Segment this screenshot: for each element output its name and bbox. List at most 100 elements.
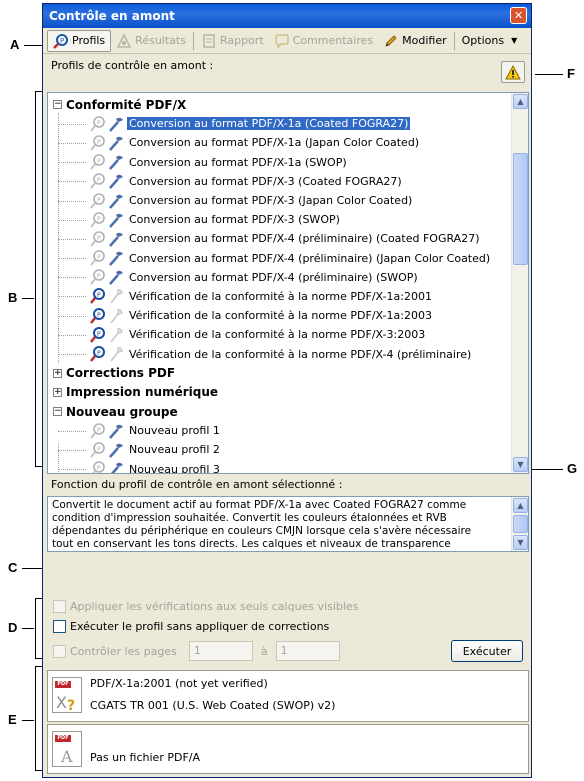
- svg-text:X: X: [56, 693, 67, 712]
- svg-text:P: P: [97, 139, 101, 146]
- tree-connector: [58, 430, 86, 432]
- tree-connector: [58, 315, 86, 317]
- scroll-thumb[interactable]: [513, 515, 528, 533]
- tree-item-label: Nouveau profil 3: [129, 462, 220, 474]
- tree-item[interactable]: P Conversion au format PDF/X-3 (Coated FO…: [48, 172, 511, 191]
- visible-layers-checkbox[interactable]: [53, 600, 66, 613]
- tree-item-label: Conversion au format PDF/X-3 (Japan Colo…: [129, 194, 413, 208]
- page-to-input[interactable]: 1: [275, 641, 340, 661]
- svg-text:P: P: [97, 446, 101, 453]
- warning-button[interactable]: [501, 61, 525, 83]
- report-icon: [203, 33, 215, 48]
- profiles-button[interactable]: P Profils: [47, 29, 112, 52]
- preflight-magnifier-icon: P: [90, 250, 105, 266]
- tree-item[interactable]: P Conversion au format PDF/X-3 (SWOP): [48, 210, 511, 229]
- scroll-down-button[interactable]: ▼: [513, 457, 528, 472]
- tree-item-label: Conversion au format PDF/X-4 (préliminai…: [129, 251, 491, 265]
- svg-text:P: P: [97, 465, 101, 472]
- report-button[interactable]: Rapport: [196, 30, 269, 52]
- preflight-magnifier-icon: P: [92, 461, 105, 473]
- run-button[interactable]: Exécuter: [451, 640, 523, 662]
- tree-item[interactable]: P Nouveau profil 3: [48, 460, 511, 474]
- check-pages-label: Contrôler les pages: [70, 644, 177, 658]
- callout-g: G: [567, 461, 578, 476]
- pdfa-status: PDF A Pas un fichier PDF/A: [47, 724, 529, 774]
- close-button[interactable]: ✕: [510, 7, 527, 24]
- scroll-thumb[interactable]: [513, 153, 528, 265]
- toolbar-separator: [192, 31, 194, 50]
- edit-button[interactable]: Modifier: [378, 30, 451, 52]
- tree-item-label: Vérification de la conformité à la norme…: [129, 347, 472, 361]
- description-scrollbar[interactable]: ▲ ▼: [511, 497, 528, 551]
- wrench-icon: [109, 232, 123, 247]
- svg-text:P: P: [97, 427, 101, 434]
- tree-item-label: Vérification de la conformité à la norme…: [129, 309, 432, 323]
- tree-item[interactable]: P Nouveau profil 2: [48, 440, 511, 459]
- svg-text:P: P: [97, 177, 101, 184]
- function-description[interactable]: Convertit le document actif au format PD…: [47, 496, 529, 552]
- tree-group-digital-print[interactable]: + Impression numérique: [48, 383, 511, 402]
- tree-item[interactable]: P Conversion au format PDF/X-4 (prélimina…: [48, 268, 511, 287]
- profiles-tree[interactable]: − Conformité PDF/X P Conversion au format…: [47, 92, 529, 474]
- tree-group-corrections[interactable]: + Corrections PDF: [48, 364, 511, 383]
- callout-b-bracket: [35, 91, 36, 466]
- comments-button[interactable]: Commentaires: [269, 30, 378, 52]
- tree-item[interactable]: P Conversion au format PDF/X-4 (prélimina…: [48, 249, 511, 268]
- tree-connector: [58, 354, 86, 356]
- check-pages-checkbox[interactable]: [53, 644, 66, 658]
- options-menu[interactable]: Options ▼: [457, 30, 523, 52]
- group-label: Conformité PDF/X: [66, 97, 187, 112]
- svg-text:?: ?: [67, 698, 75, 714]
- tree-connector: [58, 162, 86, 164]
- tree-group-new[interactable]: − Nouveau groupe: [48, 402, 511, 421]
- scroll-down-button[interactable]: ▼: [513, 535, 528, 550]
- tree-item-label: Vérification de la conformité à la norme…: [129, 328, 426, 342]
- tree-connector: [58, 123, 86, 125]
- tree-item-label: Nouveau profil 1: [129, 424, 220, 438]
- pdfa-file-icon: PDF A: [52, 731, 82, 767]
- visible-layers-option[interactable]: Appliquer les vérifications aux seuls ca…: [53, 600, 358, 613]
- no-fix-option[interactable]: Exécuter le profil sans appliquer de cor…: [53, 620, 329, 633]
- expand-icon[interactable]: +: [53, 387, 62, 397]
- pencil-icon: [385, 34, 397, 47]
- tree-item[interactable]: P Conversion au format PDF/X-1a (Coated F…: [48, 114, 511, 133]
- page-from-input[interactable]: 1: [188, 641, 253, 661]
- preflight-magnifier-icon: P: [90, 115, 105, 132]
- svg-text:P: P: [97, 158, 101, 165]
- tree-item[interactable]: P Vérification de la conformité à la norm…: [48, 287, 511, 306]
- preflight-magnifier-icon: P: [90, 135, 105, 151]
- preflight-magnifier-icon: P: [90, 231, 105, 247]
- tree-group-pdfx[interactable]: − Conformité PDF/X: [48, 95, 511, 114]
- results-button[interactable]: Résultats: [111, 30, 191, 52]
- svg-text:P: P: [97, 254, 101, 261]
- tree-item[interactable]: P Conversion au format PDF/X-4 (prélimina…: [48, 229, 511, 248]
- tree-item[interactable]: P Vérification de la conformité à la norm…: [48, 306, 511, 325]
- tree-item[interactable]: P Vérification de la conformité à la norm…: [48, 325, 511, 344]
- tree-item[interactable]: P Vérification de la conformité à la norm…: [48, 344, 511, 363]
- group-label: Nouveau groupe: [66, 404, 178, 419]
- tree-item-label: Conversion au format PDF/X-3 (Coated FOG…: [129, 174, 402, 188]
- title-bar: Contrôle en amont ✕: [43, 4, 531, 28]
- tree-scrollbar[interactable]: ▲ ▼: [511, 93, 528, 473]
- letter-a-icon: A: [60, 747, 73, 766]
- tree-connector: [58, 181, 86, 183]
- tree-item[interactable]: P Nouveau profil 1: [48, 421, 511, 440]
- scroll-up-button[interactable]: ▲: [513, 94, 528, 109]
- pdfx-profile: CGATS TR 001 (U.S. Web Coated (SWOP) v2): [90, 699, 336, 712]
- svg-text:P: P: [97, 235, 101, 242]
- preflight-magnifier-icon: P: [90, 154, 105, 170]
- scroll-up-button[interactable]: ▲: [513, 498, 528, 513]
- collapse-icon[interactable]: −: [53, 407, 62, 417]
- tree-item-label: Nouveau profil 2: [129, 443, 220, 457]
- expand-icon[interactable]: +: [53, 368, 62, 378]
- profiles-header-label: Profils de contrôle en amont :: [51, 59, 214, 72]
- collapse-icon[interactable]: −: [53, 100, 62, 110]
- tree-item[interactable]: P Conversion au format PDF/X-1a (Japan Co…: [48, 133, 511, 152]
- wrench-icon: [109, 424, 123, 439]
- tree-item[interactable]: P Conversion au format PDF/X-1a (SWOP): [48, 153, 511, 172]
- check-pages-option[interactable]: Contrôler les pages 1 à 1: [53, 641, 340, 661]
- no-fix-checkbox[interactable]: [53, 620, 66, 633]
- tree-item[interactable]: P Conversion au format PDF/X-3 (Japan Col…: [48, 191, 511, 210]
- pdfx-file-icon: PDF X ?: [52, 677, 82, 714]
- edit-label: Modifier: [402, 34, 447, 47]
